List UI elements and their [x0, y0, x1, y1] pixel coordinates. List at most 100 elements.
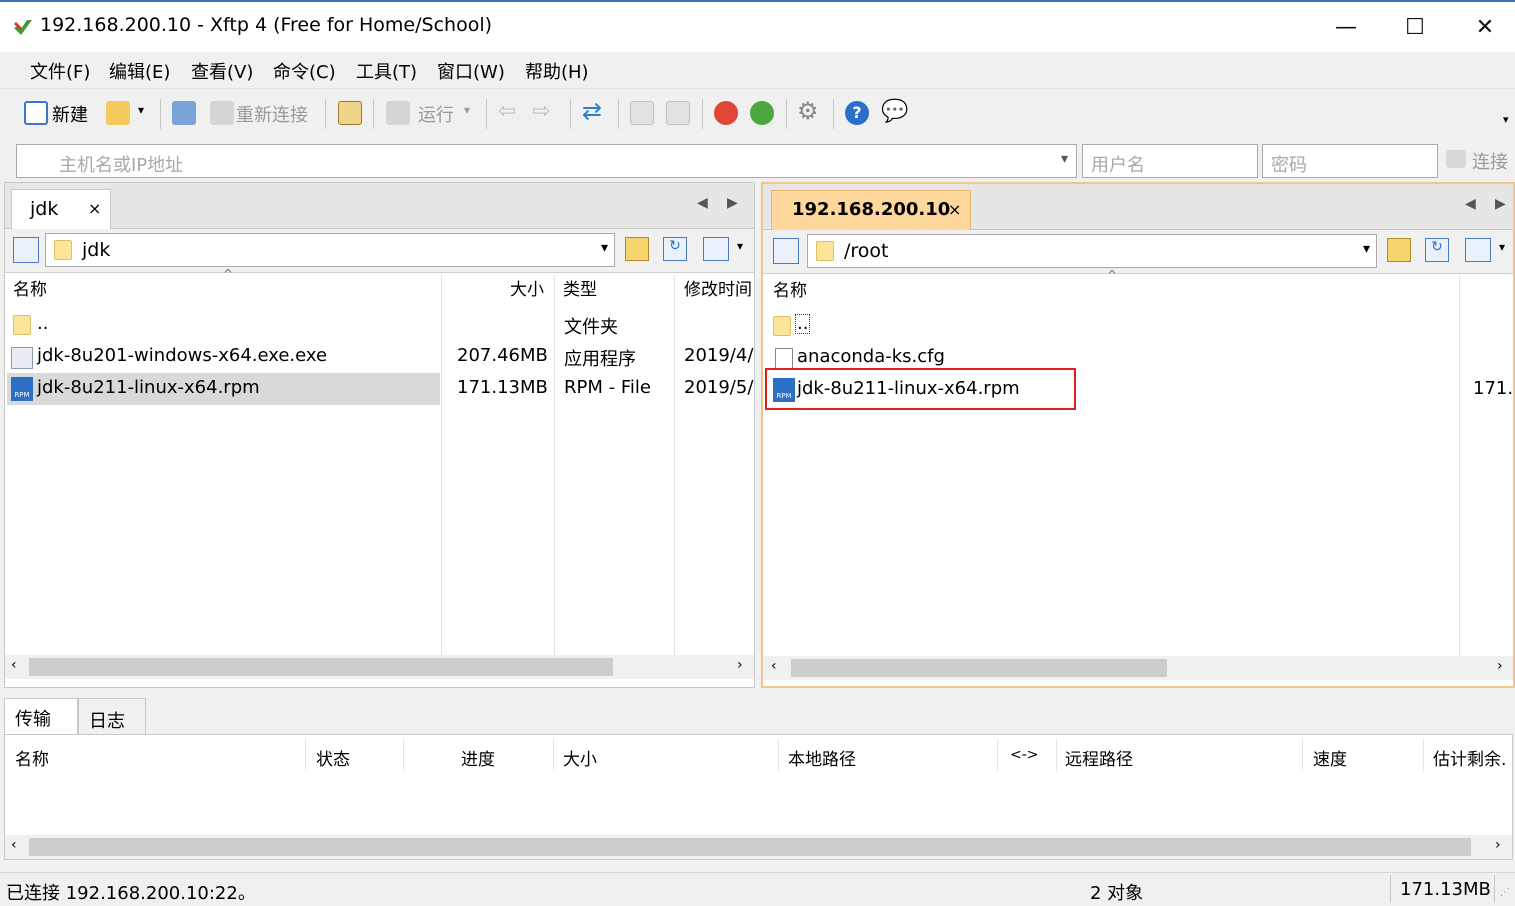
transfer-col-direction[interactable]: <-> [1010, 747, 1039, 763]
remote-tab-close-icon[interactable]: × [948, 200, 961, 219]
maximize-button[interactable]: ☐ [1380, 2, 1450, 52]
local-path-dropdown-icon[interactable]: ▾ [601, 240, 608, 256]
local-view-dropdown-icon[interactable]: ▾ [737, 239, 743, 253]
sync-icon[interactable]: ⇄ [582, 97, 602, 125]
help-icon[interactable]: ? [845, 101, 869, 125]
gear-icon[interactable]: ⚙ [797, 97, 819, 125]
xshell-icon[interactable] [714, 101, 738, 125]
menu-help[interactable]: 帮助(H) [525, 58, 589, 84]
forward-arrow-icon[interactable]: ⇨ [532, 99, 550, 124]
transfer-col-local-path[interactable]: 本地路径 [788, 745, 856, 770]
transfer-col-name[interactable]: 名称 [15, 745, 49, 770]
reconnect-button-label[interactable]: 重新连接 [236, 101, 308, 127]
remote-horizontal-scrollbar[interactable]: ‹ › [763, 656, 1513, 680]
local-file-row-selected[interactable]: RPM jdk-8u211-linux-x64.rpm 171.13MB RPM… [5, 373, 753, 405]
remote-tab-host[interactable]: 192.168.200.10 × [771, 190, 971, 230]
run-icon[interactable] [386, 101, 410, 125]
remote-file-row[interactable]: .. [763, 310, 1513, 342]
file-type: 应用程序 [564, 349, 636, 370]
close-button[interactable]: ✕ [1450, 2, 1515, 52]
remote-path-dropdown-icon[interactable]: ▾ [1363, 241, 1370, 257]
remote-tree-toggle-icon[interactable] [773, 238, 799, 264]
menu-edit[interactable]: 编辑(E) [109, 58, 170, 84]
remote-refresh-icon[interactable]: ↻ [1425, 238, 1449, 262]
remote-view-icon[interactable] [1465, 238, 1491, 262]
local-col-size[interactable]: 大小 [510, 275, 544, 309]
local-tab-right-icon[interactable]: ▶ [727, 195, 738, 211]
local-file-row[interactable]: .. 文件夹 [5, 309, 750, 341]
remote-view-dropdown-icon[interactable]: ▾ [1499, 240, 1505, 254]
local-col-name[interactable]: 名称 [13, 275, 47, 309]
xftp-icon[interactable] [750, 101, 774, 125]
scroll-left-icon[interactable]: ‹ [11, 657, 17, 673]
remote-col-name[interactable]: 名称 [773, 276, 807, 310]
transfer-col-eta[interactable]: 估计剩余. [1433, 745, 1506, 770]
scroll-right-icon[interactable]: › [1497, 658, 1503, 674]
remote-tab-right-icon[interactable]: ▶ [1495, 196, 1506, 212]
tab-log[interactable]: 日志 [78, 698, 146, 734]
scroll-left-icon[interactable]: ‹ [11, 837, 17, 853]
local-tab-jdk[interactable]: jdk × [11, 189, 111, 229]
run-dropdown-icon[interactable]: ▾ [464, 103, 470, 117]
transfer-scroll-thumb[interactable] [29, 838, 1471, 856]
chat-icon[interactable]: 💬 [881, 99, 908, 124]
menu-command[interactable]: 命令(C) [273, 58, 336, 84]
transfer-col-remote-path[interactable]: 远程路径 [1065, 745, 1133, 770]
resize-grip-icon[interactable]: ⋰ [1500, 887, 1510, 898]
local-tree-toggle-icon[interactable] [13, 237, 39, 263]
host-dropdown-icon[interactable]: ▾ [1061, 151, 1068, 167]
new-session-icon[interactable] [24, 101, 48, 125]
tab-transfers[interactable]: 传输 [4, 698, 78, 734]
connect-link-icon[interactable] [1446, 150, 1466, 168]
new-button-label[interactable]: 新建 [52, 101, 88, 127]
scroll-right-icon[interactable]: › [737, 657, 743, 673]
transfer-col-size[interactable]: 大小 [563, 745, 597, 770]
open-folder-icon[interactable] [106, 101, 130, 125]
transfer-col-speed[interactable]: 速度 [1313, 745, 1347, 770]
toolbar-separator [833, 99, 834, 129]
menu-view[interactable]: 查看(V) [191, 58, 253, 84]
connect-button[interactable]: 连接 [1472, 148, 1508, 174]
local-path-text: jdk [82, 239, 111, 261]
transfer-col-progress[interactable]: 进度 [461, 745, 495, 770]
transfer-horizontal-scrollbar[interactable]: ‹ › [5, 835, 1512, 859]
menu-file[interactable]: 文件(F) [30, 58, 90, 84]
remote-path-input[interactable]: /root ▾ [807, 234, 1377, 268]
remote-scroll-thumb[interactable] [791, 659, 1167, 677]
local-path-input[interactable]: jdk ▾ [45, 233, 615, 267]
toolbar-overflow-icon[interactable]: ▾ [1503, 113, 1509, 126]
local-tabstrip: jdk × ◀ ▶ [5, 183, 754, 229]
transfer-col-status[interactable]: 状态 [316, 745, 350, 770]
local-refresh-icon[interactable]: ↻ [663, 237, 687, 261]
minimize-button[interactable]: — [1311, 2, 1381, 52]
remote-parent-folder-icon[interactable] [1387, 238, 1411, 262]
connect-icon[interactable] [172, 101, 196, 125]
transfer-list: 名称 状态 进度 大小 本地路径 <-> 远程路径 速度 估计剩余. ‹ › [4, 734, 1513, 860]
local-col-modified[interactable]: 修改时间 [684, 275, 752, 309]
scroll-right-icon[interactable]: › [1495, 837, 1501, 853]
copy-icon[interactable] [630, 101, 654, 125]
paste-icon[interactable] [666, 101, 690, 125]
password-input[interactable]: 密码 [1262, 144, 1438, 178]
local-view-icon[interactable] [703, 237, 729, 261]
local-horizontal-scrollbar[interactable]: ‹ › [5, 655, 754, 679]
open-dropdown-icon[interactable]: ▾ [138, 103, 144, 117]
menu-tools[interactable]: 工具(T) [356, 58, 417, 84]
local-file-row[interactable]: jdk-8u201-windows-x64.exe.exe 207.46MB 应… [5, 341, 753, 373]
local-tab-left-icon[interactable]: ◀ [697, 195, 708, 211]
reconnect-icon[interactable] [210, 101, 234, 125]
toolbar-separator [570, 99, 571, 129]
back-arrow-icon[interactable]: ⇦ [498, 99, 516, 124]
host-input[interactable]: 主机名或IP地址 ▾ [16, 144, 1077, 178]
properties-icon[interactable] [338, 101, 362, 125]
local-parent-folder-icon[interactable] [625, 237, 649, 261]
menu-window[interactable]: 窗口(W) [437, 58, 505, 84]
remote-tab-left-icon[interactable]: ◀ [1465, 196, 1476, 212]
run-button-label[interactable]: 运行 [418, 101, 454, 127]
local-scroll-thumb[interactable] [29, 658, 613, 676]
username-input[interactable]: 用户名 [1082, 144, 1258, 178]
local-col-type[interactable]: 类型 [563, 275, 597, 309]
scroll-left-icon[interactable]: ‹ [771, 658, 777, 674]
local-tab-close-icon[interactable]: × [88, 199, 101, 218]
status-bar: 已连接 192.168.200.10:22。 2 对象 171.13MB ⋰ [0, 872, 1515, 906]
